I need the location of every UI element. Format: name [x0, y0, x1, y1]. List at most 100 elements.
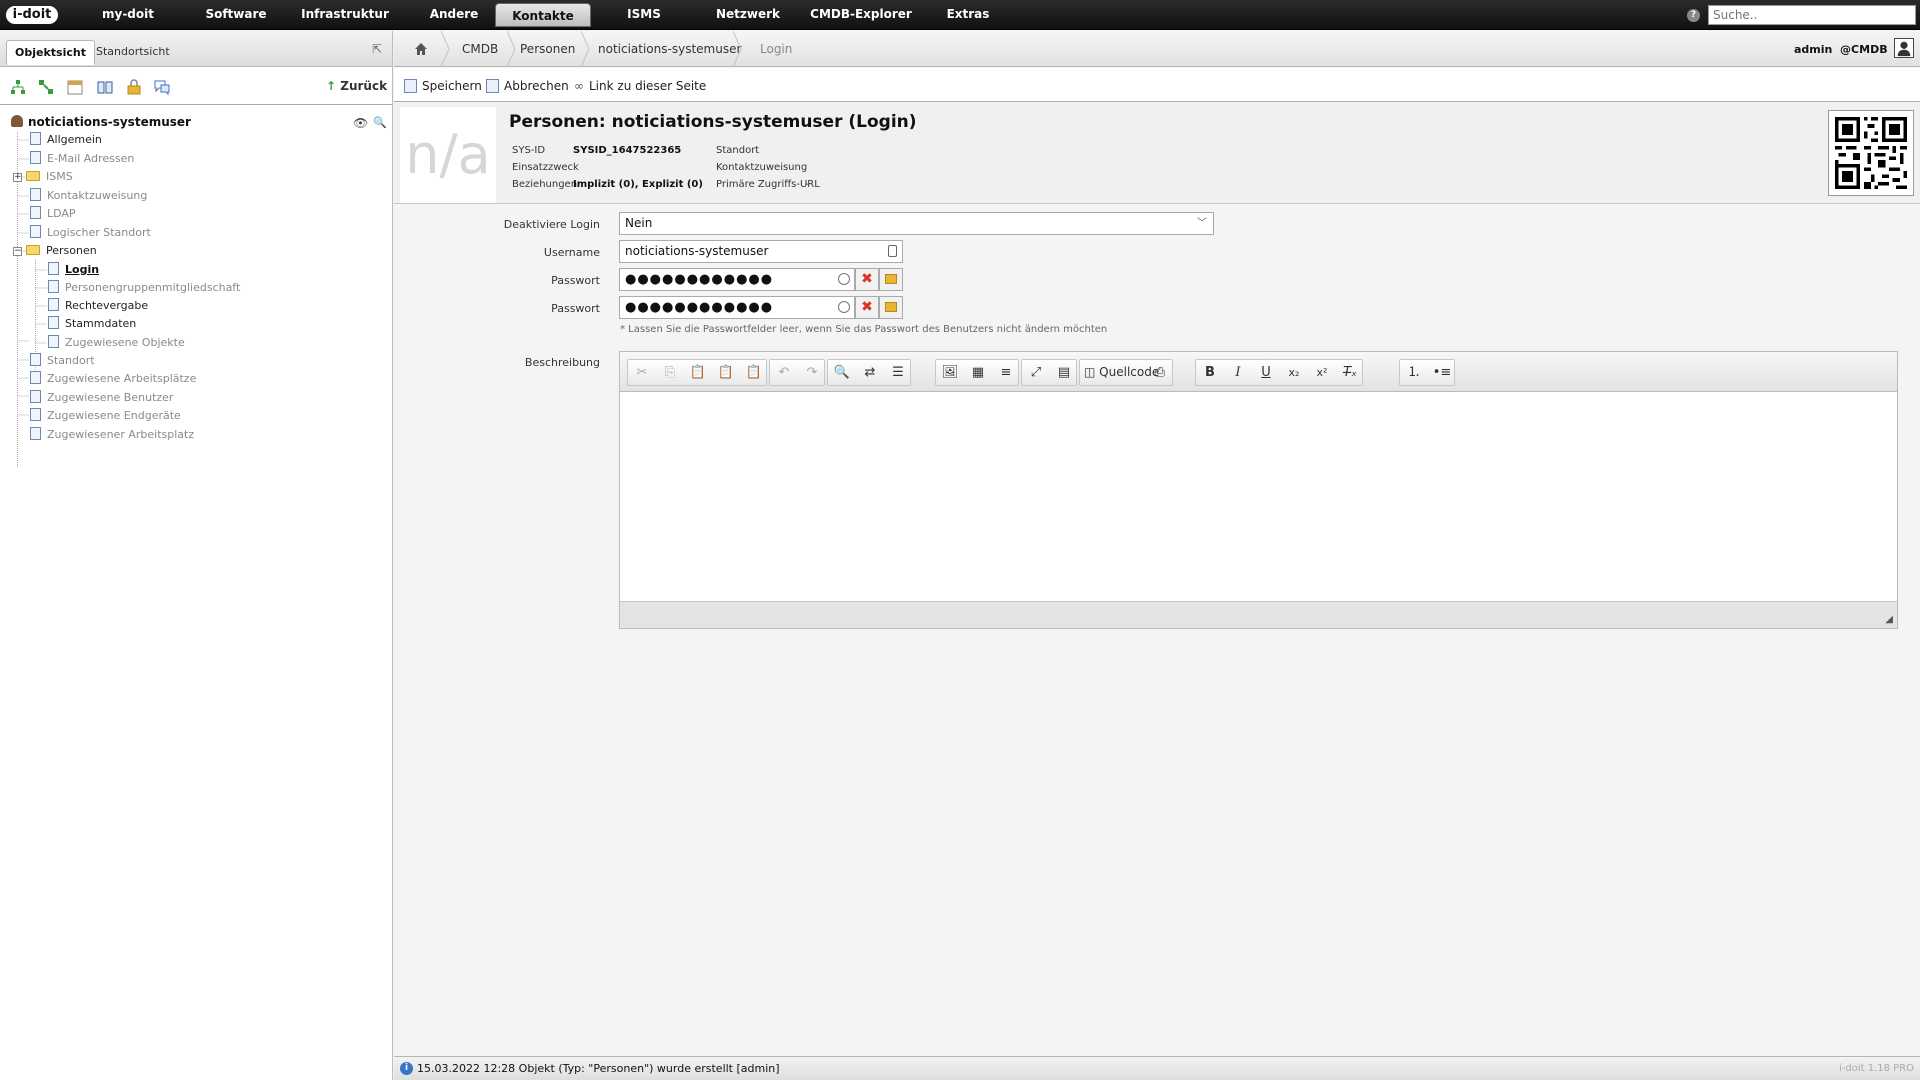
username-field[interactable]: noticiations-systemuser	[619, 240, 903, 263]
resize-handle-icon[interactable]: ◢	[1885, 614, 1893, 625]
field-info-icon[interactable]	[888, 245, 897, 257]
password-repeat-field[interactable]: ●●●●●●●●●●●●	[619, 296, 855, 319]
select-all-icon[interactable]: ☰	[884, 360, 912, 385]
paste-word-icon[interactable]: 📋	[740, 360, 768, 385]
popout-icon[interactable]: ⇱	[372, 42, 382, 56]
tree-item-stammdaten[interactable]: Stammdaten	[48, 316, 136, 332]
lock-password-repeat-button[interactable]	[879, 296, 903, 319]
undo-icon[interactable]: ↶	[770, 360, 798, 385]
nav-isms[interactable]: ISMS	[602, 0, 686, 30]
clear-password-repeat-button[interactable]: ✖	[855, 296, 879, 319]
avatar[interactable]	[1894, 38, 1914, 58]
copy-icon[interactable]: ⎘	[656, 360, 684, 385]
document-icon	[48, 280, 59, 293]
tree-item-personengruppen[interactable]: Personengruppenmitgliedschaft	[48, 280, 240, 296]
search-input[interactable]	[1708, 5, 1916, 25]
deactivate-login-select[interactable]: Nein ﹀	[619, 212, 1214, 235]
fingerprint-icon[interactable]	[838, 273, 850, 285]
password-field[interactable]: ●●●●●●●●●●●●	[619, 268, 855, 291]
tree-item-endgeraete[interactable]: Zugewiesene Endgeräte	[30, 408, 181, 424]
tab-objektsicht[interactable]: Objektsicht	[6, 40, 95, 65]
comments-icon[interactable]	[154, 79, 170, 95]
tree-item-zugewiesene-objekte[interactable]: Zugewiesene Objekte	[48, 335, 185, 351]
show-blocks-icon[interactable]: ▤	[1050, 360, 1078, 385]
italic-icon[interactable]: I	[1224, 360, 1252, 385]
underline-icon[interactable]: U	[1252, 360, 1280, 385]
save-button[interactable]: Speichern	[404, 79, 482, 93]
lock-password-button[interactable]	[879, 268, 903, 291]
image-icon[interactable]: 🖼	[936, 360, 964, 385]
nav-cmdb-explorer[interactable]: CMDB-Explorer	[806, 0, 916, 30]
print-icon[interactable]: ⎙	[1146, 360, 1174, 385]
tree-item-standort[interactable]: Standort	[30, 353, 95, 369]
nav-andere[interactable]: Andere	[406, 0, 502, 30]
editor-content[interactable]	[620, 393, 1897, 593]
tree-item-kontaktzuweisung[interactable]: Kontaktzuweisung	[30, 188, 147, 204]
calendar-icon[interactable]	[67, 79, 83, 95]
tree-item-ldap[interactable]: LDAP	[30, 206, 76, 222]
breadcrumb-object[interactable]: noticiations-systemuser	[598, 31, 741, 67]
horizontal-line-icon[interactable]: ≡	[992, 360, 1020, 385]
bold-icon[interactable]: B	[1196, 360, 1224, 385]
magnify-icon[interactable]: 🔍	[373, 116, 387, 129]
tree-item-logischer-standort[interactable]: Logischer Standort	[30, 225, 151, 241]
tree-view-icon[interactable]	[10, 79, 26, 95]
personen-expander[interactable]: −	[13, 247, 22, 256]
tree-item-benutzer[interactable]: Zugewiesene Benutzer	[30, 390, 173, 406]
idoit-logo[interactable]: i-doit	[6, 6, 58, 24]
find-icon[interactable]: 🔍	[828, 360, 856, 385]
left-panel: Objektsicht Standortsicht ⇱ ↑ Zurück not…	[0, 31, 393, 1080]
remove-format-icon[interactable]: T̶ₓ	[1336, 360, 1364, 385]
isms-expander[interactable]: +	[13, 173, 22, 182]
toolbar-group-lists: ⒈ •≡	[1399, 359, 1455, 386]
nav-kontakte[interactable]: Kontakte	[495, 3, 591, 27]
nav-extras[interactable]: Extras	[926, 0, 1010, 30]
lock-icon[interactable]	[126, 79, 142, 95]
breadcrumb-personen[interactable]: Personen	[520, 31, 575, 67]
link-button[interactable]: ∞ Link zu dieser Seite	[574, 79, 706, 93]
redo-icon[interactable]: ↷	[798, 360, 826, 385]
nav-netzwerk[interactable]: Netzwerk	[706, 0, 790, 30]
nav-software[interactable]: Software	[188, 0, 284, 30]
object-image-placeholder: n/a	[400, 107, 496, 203]
fingerprint-icon[interactable]	[838, 301, 850, 313]
password-label: Passwort	[551, 274, 600, 287]
relations-value[interactable]: Implizit (0), Explizit (0)	[573, 179, 703, 190]
tree-item-arbeitsplaetze[interactable]: Zugewiesene Arbeitsplätze	[30, 371, 196, 387]
clear-password-button[interactable]: ✖	[855, 268, 879, 291]
replace-icon[interactable]: ⇄	[856, 360, 884, 385]
tree-item-email[interactable]: E-Mail Adressen	[30, 151, 134, 167]
tab-standortsicht[interactable]: Standortsicht	[88, 40, 178, 65]
back-button[interactable]: ↑ Zurück	[326, 79, 387, 93]
user-label[interactable]: admin @CMDB	[1794, 43, 1888, 56]
help-icon[interactable]: ?	[1687, 9, 1700, 22]
tree-item-arbeitsplatz[interactable]: Zugewiesener Arbeitsplatz	[30, 427, 194, 443]
home-icon[interactable]	[414, 42, 428, 56]
tree-item-login[interactable]: Login	[48, 262, 99, 278]
cut-icon[interactable]: ✂	[628, 360, 656, 385]
paste-icon[interactable]: 📋	[684, 360, 712, 385]
document-icon	[30, 132, 41, 145]
cancel-button[interactable]: Abbrechen	[486, 79, 569, 93]
tree-item-rechtevergabe[interactable]: Rechtevergabe	[48, 298, 148, 314]
paste-text-icon[interactable]: 📋	[712, 360, 740, 385]
nav-infrastruktur[interactable]: Infrastruktur	[290, 0, 400, 30]
nav-my-doit[interactable]: my-doit	[80, 0, 176, 30]
tree-item-allgemein[interactable]: Allgemein	[30, 132, 102, 148]
breadcrumb-cmdb[interactable]: CMDB	[462, 31, 498, 67]
status-message: 15.03.2022 12:28 Objekt (Typ: "Personen"…	[417, 1062, 780, 1075]
action-bar: Speichern Abbrechen ∞ Link zu dieser Seit…	[394, 68, 1920, 102]
bulleted-list-icon[interactable]: •≡	[1428, 360, 1456, 385]
numbered-list-icon[interactable]: ⒈	[1400, 360, 1428, 385]
eye-icon[interactable]: 👁	[353, 116, 368, 130]
tree-item-isms[interactable]: ISMS	[26, 169, 73, 185]
maximize-icon[interactable]: ⤢	[1022, 360, 1050, 385]
table-icon[interactable]: ▦	[964, 360, 992, 385]
superscript-icon[interactable]: x²	[1308, 360, 1336, 385]
book-icon[interactable]	[97, 79, 113, 95]
subscript-icon[interactable]: x₂	[1280, 360, 1308, 385]
username-label: Username	[543, 246, 600, 259]
left-toolbar: ↑ Zurück	[0, 68, 392, 105]
expand-tree-icon[interactable]	[38, 79, 54, 95]
tree-item-personen[interactable]: Personen	[26, 243, 97, 259]
